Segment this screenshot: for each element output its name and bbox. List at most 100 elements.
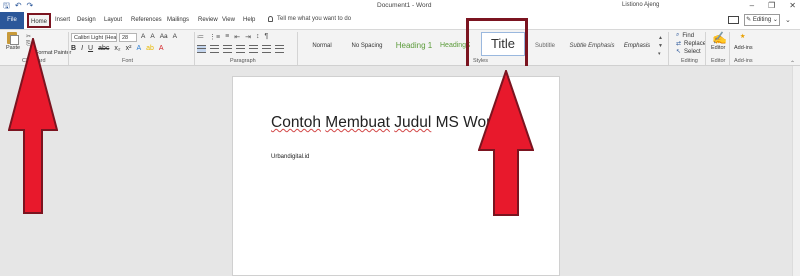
heading-word: Contoh bbox=[271, 114, 321, 131]
undo-icon[interactable]: ↶ bbox=[15, 1, 22, 11]
multilevel-list-icon[interactable]: ≡ bbox=[225, 33, 229, 41]
italic-button[interactable]: I bbox=[81, 45, 83, 52]
group-divider bbox=[297, 32, 298, 65]
style-normal[interactable]: Normal bbox=[305, 38, 339, 54]
find-button[interactable]: ⌕ Find bbox=[676, 32, 694, 39]
document-area: Contoh Membuat Judul MS Word Urbandigita… bbox=[0, 66, 800, 276]
paragraph-group-label: Paragraph bbox=[230, 58, 256, 64]
red-arrow-home-tab bbox=[8, 38, 58, 214]
style-heading-1[interactable]: Heading 1 bbox=[392, 38, 436, 54]
tab-insert[interactable]: Insert bbox=[55, 15, 70, 26]
minimize-icon[interactable]: – bbox=[750, 1, 754, 10]
group-divider bbox=[668, 32, 669, 65]
strikethrough-button[interactable]: abc bbox=[98, 45, 109, 52]
style-emphasis[interactable]: Emphasis bbox=[621, 38, 653, 54]
chevron-down-icon: ⌄ bbox=[772, 17, 778, 23]
select-label: Select bbox=[684, 48, 701, 55]
editor-button[interactable]: Editor bbox=[711, 45, 725, 51]
lightbulb-icon bbox=[268, 16, 273, 22]
superscript-button[interactable]: x² bbox=[126, 45, 132, 52]
bullets-icon[interactable]: ≔ bbox=[197, 33, 204, 41]
tab-design[interactable]: Design bbox=[77, 15, 96, 26]
shading-icon[interactable] bbox=[262, 45, 271, 53]
window-title: Document1 - Word bbox=[377, 2, 432, 9]
bold-button[interactable]: B bbox=[71, 45, 76, 52]
font-format-row: B I U abc x₂ x² A ab A bbox=[71, 45, 164, 52]
document-heading[interactable]: Contoh Membuat Judul MS Word bbox=[271, 114, 500, 132]
clear-formatting-icon[interactable]: A bbox=[173, 33, 177, 40]
add-ins-button[interactable]: Add-ins bbox=[734, 45, 753, 51]
group-divider bbox=[729, 32, 730, 65]
underline-button[interactable]: U bbox=[88, 45, 93, 52]
ribbon-home: Paste ✂ ⎘ 🖌 Format Painter Clipboard Cal… bbox=[0, 29, 800, 67]
title-bar: 🖫 ↶ ↷ Document1 - Word Listiono Ajeng – … bbox=[0, 0, 800, 12]
highlight-button[interactable]: ab bbox=[146, 45, 154, 52]
tab-file[interactable]: File bbox=[0, 12, 24, 29]
group-divider bbox=[68, 32, 69, 65]
font-group-label: Font bbox=[122, 58, 134, 64]
ribbon-display-options-icon[interactable]: ⌄ bbox=[785, 16, 791, 24]
change-case-icon[interactable]: Aa bbox=[160, 33, 168, 40]
quick-access-toolbar: 🖫 ↶ ↷ bbox=[3, 1, 33, 11]
group-divider bbox=[194, 32, 195, 65]
shrink-font-icon[interactable]: A bbox=[150, 33, 154, 40]
heading-word: Judul bbox=[394, 114, 432, 131]
replace-button[interactable]: ⇄ Replace bbox=[676, 40, 706, 48]
tell-me-text: Tell me what you want to do bbox=[277, 16, 352, 22]
text-effects-button[interactable]: A bbox=[136, 45, 141, 52]
font-name-select[interactable]: Calibri Light (Hea bbox=[71, 33, 117, 42]
add-ins-group-label: Add-ins bbox=[734, 58, 753, 64]
tab-references[interactable]: References bbox=[131, 15, 162, 26]
align-center-icon[interactable] bbox=[210, 45, 219, 53]
editing-mode-label: Editing bbox=[752, 17, 772, 23]
paragraph-row-2 bbox=[197, 45, 284, 53]
add-ins-icon[interactable]: ⭑ bbox=[740, 31, 745, 42]
tab-mailings[interactable]: Mailings bbox=[167, 15, 189, 26]
comments-icon[interactable] bbox=[728, 16, 739, 24]
select-icon: ↖ bbox=[676, 49, 682, 55]
find-label: Find bbox=[682, 32, 695, 39]
document-body-text[interactable]: Urbandigital.id bbox=[271, 154, 309, 160]
close-icon[interactable]: ✕ bbox=[789, 1, 796, 10]
show-formatting-icon[interactable]: ¶ bbox=[264, 33, 268, 41]
user-name[interactable]: Listiono Ajeng bbox=[622, 2, 659, 8]
borders-icon[interactable] bbox=[275, 45, 284, 53]
style-no-spacing[interactable]: No Spacing bbox=[344, 38, 390, 54]
heading-word: Membuat bbox=[325, 114, 390, 131]
replace-icon: ⇄ bbox=[676, 41, 682, 47]
font-size-select[interactable]: 28 bbox=[119, 33, 137, 42]
editor-group-label: Editor bbox=[711, 58, 726, 64]
align-left-icon[interactable] bbox=[197, 45, 206, 53]
paragraph-row-1: ≔ ⋮≡ ≡ ⇤ ⇥ ↕ ¶ bbox=[197, 33, 268, 41]
styles-gallery-scroll[interactable]: ▲ ▼ ▾ bbox=[658, 34, 663, 58]
title-style-highlight-box bbox=[466, 18, 528, 70]
decrease-indent-icon[interactable]: ⇤ bbox=[234, 33, 240, 41]
tab-view[interactable]: View bbox=[222, 15, 235, 26]
tab-home[interactable]: Home bbox=[27, 13, 51, 28]
select-button[interactable]: ↖ Select bbox=[676, 48, 701, 56]
sort-icon[interactable]: ↕ bbox=[256, 33, 260, 41]
style-subtitle[interactable]: Subtitle bbox=[532, 38, 558, 54]
tab-review[interactable]: Review bbox=[198, 15, 218, 26]
font-color-button[interactable]: A bbox=[159, 45, 164, 52]
font-tools: A A Aa A bbox=[141, 33, 177, 40]
tab-layout[interactable]: Layout bbox=[104, 15, 122, 26]
grow-font-icon[interactable]: A bbox=[141, 33, 145, 40]
restore-icon[interactable]: ❐ bbox=[768, 1, 775, 10]
redo-icon[interactable]: ↷ bbox=[27, 1, 34, 11]
style-subtle-emphasis[interactable]: Subtle Emphasis bbox=[568, 38, 616, 54]
editor-icon[interactable]: ✍ bbox=[712, 31, 727, 45]
window-controls: – ❐ ✕ bbox=[750, 1, 796, 10]
editing-group-label: Editing bbox=[681, 58, 698, 64]
increase-indent-icon[interactable]: ⇥ bbox=[245, 33, 251, 41]
editing-mode-button[interactable]: ✎ Editing ⌄ bbox=[744, 14, 780, 26]
subscript-button[interactable]: x₂ bbox=[114, 45, 120, 52]
line-spacing-icon[interactable] bbox=[249, 45, 258, 53]
tell-me-search[interactable]: Tell me what you want to do bbox=[268, 16, 351, 22]
tab-help[interactable]: Help bbox=[243, 15, 255, 26]
vertical-scrollbar[interactable] bbox=[792, 66, 800, 276]
justify-icon[interactable] bbox=[236, 45, 245, 53]
save-icon[interactable]: 🖫 bbox=[3, 1, 10, 11]
align-right-icon[interactable] bbox=[223, 45, 232, 53]
numbering-icon[interactable]: ⋮≡ bbox=[209, 33, 220, 41]
